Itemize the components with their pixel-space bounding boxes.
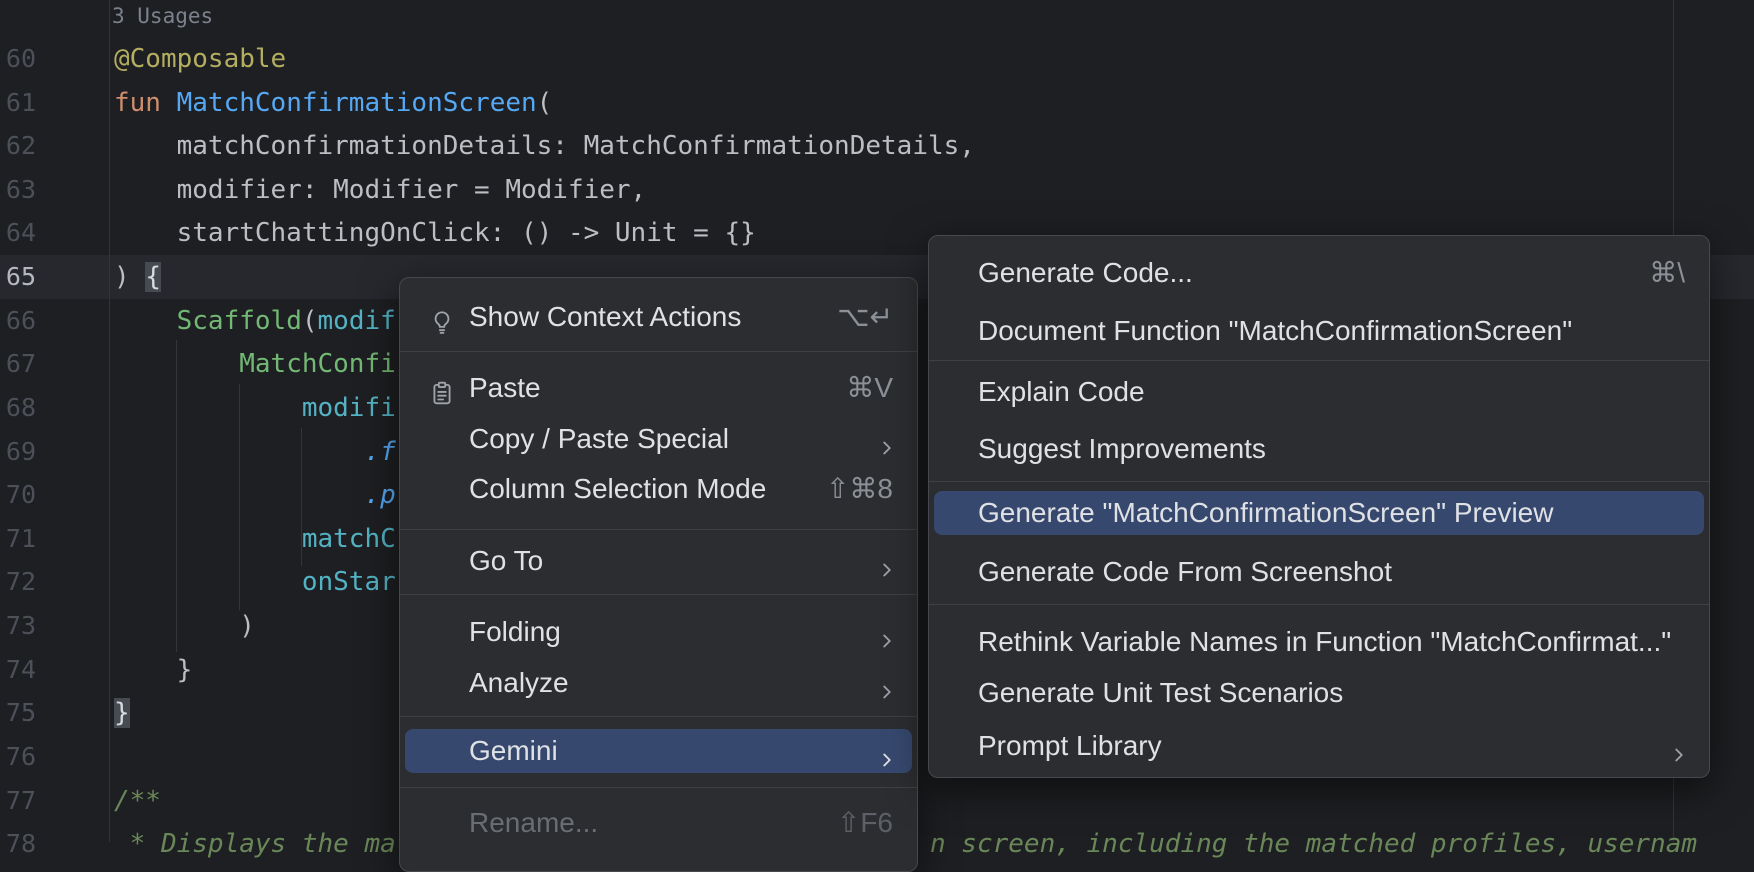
menu-item-label: Generate "MatchConfirmationScreen" Previ… bbox=[978, 491, 1553, 535]
code-line: } bbox=[114, 648, 192, 692]
menu-separator bbox=[400, 351, 917, 352]
menu-item-column-selection-mode[interactable]: Column Selection Mode ⇧⌘8 bbox=[405, 467, 912, 511]
menu-separator bbox=[400, 594, 917, 595]
code-line: * Displays the ma bbox=[114, 822, 396, 866]
line-number: 70 bbox=[0, 473, 36, 517]
line-number: 65 bbox=[0, 255, 36, 299]
menu-separator bbox=[400, 787, 917, 788]
menu-item-shortcut: ⇧F6 bbox=[837, 801, 893, 845]
line-number: 74 bbox=[0, 648, 36, 692]
menu-item-rethink-variable-names-in-function-matchconfirmat[interactable]: Rethink Variable Names in Function "Matc… bbox=[934, 620, 1704, 664]
chevron-right-icon bbox=[876, 672, 898, 694]
line-number: 71 bbox=[0, 517, 36, 561]
code-line: .p bbox=[114, 473, 396, 517]
menu-item-copy-paste-special[interactable]: Copy / Paste Special bbox=[405, 417, 912, 461]
code-line: MatchConfi bbox=[114, 342, 396, 386]
clipboard-icon bbox=[429, 375, 455, 401]
menu-item-label: Rename... bbox=[469, 801, 598, 845]
code-line: modifier: Modifier = Modifier, bbox=[114, 168, 646, 212]
chevron-right-icon bbox=[876, 740, 898, 762]
code-line-fragment: n screen, including the matched profiles… bbox=[930, 822, 1697, 866]
menu-item-explain-code[interactable]: Explain Code bbox=[934, 370, 1704, 414]
menu-item-shortcut: ⌘V bbox=[846, 366, 893, 410]
usages-inlay-hint[interactable]: 3 Usages bbox=[112, 0, 213, 32]
line-number: 61 bbox=[0, 81, 36, 125]
line-number: 72 bbox=[0, 560, 36, 604]
menu-item-prompt-library[interactable]: Prompt Library bbox=[934, 724, 1704, 768]
menu-item-paste[interactable]: Paste ⌘V bbox=[405, 366, 912, 410]
code-line: modifi bbox=[114, 386, 396, 430]
line-number: 75 bbox=[0, 691, 36, 735]
menu-item-shortcut: ⌥↵ bbox=[837, 295, 893, 339]
code-line: .f bbox=[114, 430, 396, 474]
gemini-submenu: Generate Code... ⌘\ Document Function "Mat… bbox=[928, 235, 1710, 778]
menu-item-analyze[interactable]: Analyze bbox=[405, 661, 912, 705]
menu-item-generate-code[interactable]: Generate Code... ⌘\ bbox=[934, 251, 1704, 295]
menu-item-label: Column Selection Mode bbox=[469, 467, 766, 511]
line-number: 67 bbox=[0, 342, 36, 386]
line-number: 69 bbox=[0, 430, 36, 474]
line-number: 60 bbox=[0, 37, 36, 81]
code-line: onStar bbox=[114, 560, 396, 604]
menu-item-show-context-actions[interactable]: Show Context Actions ⌥↵ bbox=[405, 295, 912, 339]
menu-item-label: Prompt Library bbox=[978, 724, 1162, 768]
menu-item-generate-matchconfirmationscreen-preview[interactable]: Generate "MatchConfirmationScreen" Previ… bbox=[934, 491, 1704, 535]
menu-item-document-function-matchconfirmationscreen[interactable]: Document Function "MatchConfirmationScre… bbox=[934, 309, 1704, 353]
menu-item-label: Explain Code bbox=[978, 370, 1145, 414]
menu-item-label: Gemini bbox=[469, 729, 558, 773]
menu-item-rename[interactable]: Rename... ⇧F6 bbox=[405, 801, 912, 845]
code-line: startChattingOnClick: () -> Unit = {} bbox=[114, 211, 756, 255]
menu-item-label: Paste bbox=[469, 366, 541, 410]
line-number: 76 bbox=[0, 735, 36, 779]
menu-separator bbox=[400, 716, 917, 717]
chevron-right-icon bbox=[876, 428, 898, 450]
menu-item-suggest-improvements[interactable]: Suggest Improvements bbox=[934, 427, 1704, 471]
code-line: fun MatchConfirmationScreen( bbox=[114, 81, 552, 125]
chevron-right-icon bbox=[876, 621, 898, 643]
line-number: 63 bbox=[0, 168, 36, 212]
menu-item-label: Generate Code... bbox=[978, 251, 1193, 295]
menu-item-folding[interactable]: Folding bbox=[405, 610, 912, 654]
code-line: ) bbox=[114, 604, 255, 648]
menu-item-label: Show Context Actions bbox=[469, 295, 741, 339]
code-line: Scaffold(modif bbox=[114, 299, 396, 343]
menu-separator bbox=[929, 481, 1709, 482]
code-line: matchC bbox=[114, 517, 396, 561]
line-number: 78 bbox=[0, 822, 36, 866]
menu-item-shortcut: ⇧⌘8 bbox=[826, 467, 893, 511]
menu-separator bbox=[400, 529, 917, 530]
line-number: 77 bbox=[0, 779, 36, 823]
line-number: 66 bbox=[0, 299, 36, 343]
menu-separator bbox=[929, 360, 1709, 361]
chevron-right-icon bbox=[1668, 735, 1690, 757]
menu-item-label: Generate Unit Test Scenarios bbox=[978, 671, 1343, 715]
code-line: @Composable bbox=[114, 37, 286, 81]
menu-item-label: Go To bbox=[469, 539, 543, 583]
menu-item-label: Copy / Paste Special bbox=[469, 417, 729, 461]
menu-item-label: Rethink Variable Names in Function "Matc… bbox=[978, 620, 1671, 664]
chevron-right-icon bbox=[876, 550, 898, 572]
line-number: 68 bbox=[0, 386, 36, 430]
menu-separator bbox=[929, 604, 1709, 605]
menu-item-label: Suggest Improvements bbox=[978, 427, 1266, 471]
code-line: /** bbox=[114, 779, 161, 823]
editor-context-menu: Show Context Actions ⌥↵ Paste ⌘V Copy / Past… bbox=[399, 277, 918, 872]
menu-item-label: Analyze bbox=[469, 661, 569, 705]
code-line: ) { bbox=[114, 255, 161, 299]
code-line: } bbox=[114, 691, 130, 735]
menu-item-go-to[interactable]: Go To bbox=[405, 539, 912, 583]
menu-item-generate-unit-test-scenarios[interactable]: Generate Unit Test Scenarios bbox=[934, 671, 1704, 715]
gutter-separator bbox=[109, 0, 110, 842]
menu-item-label: Generate Code From Screenshot bbox=[978, 550, 1392, 594]
line-number: 62 bbox=[0, 124, 36, 168]
menu-item-shortcut: ⌘\ bbox=[1649, 251, 1685, 295]
menu-item-gemini[interactable]: Gemini bbox=[405, 729, 912, 773]
lightbulb-icon bbox=[429, 304, 455, 330]
menu-item-label: Folding bbox=[469, 610, 561, 654]
line-number: 64 bbox=[0, 211, 36, 255]
line-number: 73 bbox=[0, 604, 36, 648]
menu-item-generate-code-from-screenshot[interactable]: Generate Code From Screenshot bbox=[934, 550, 1704, 594]
code-line: matchConfirmationDetails: MatchConfirmat… bbox=[114, 124, 975, 168]
menu-item-label: Document Function "MatchConfirmationScre… bbox=[978, 309, 1572, 353]
